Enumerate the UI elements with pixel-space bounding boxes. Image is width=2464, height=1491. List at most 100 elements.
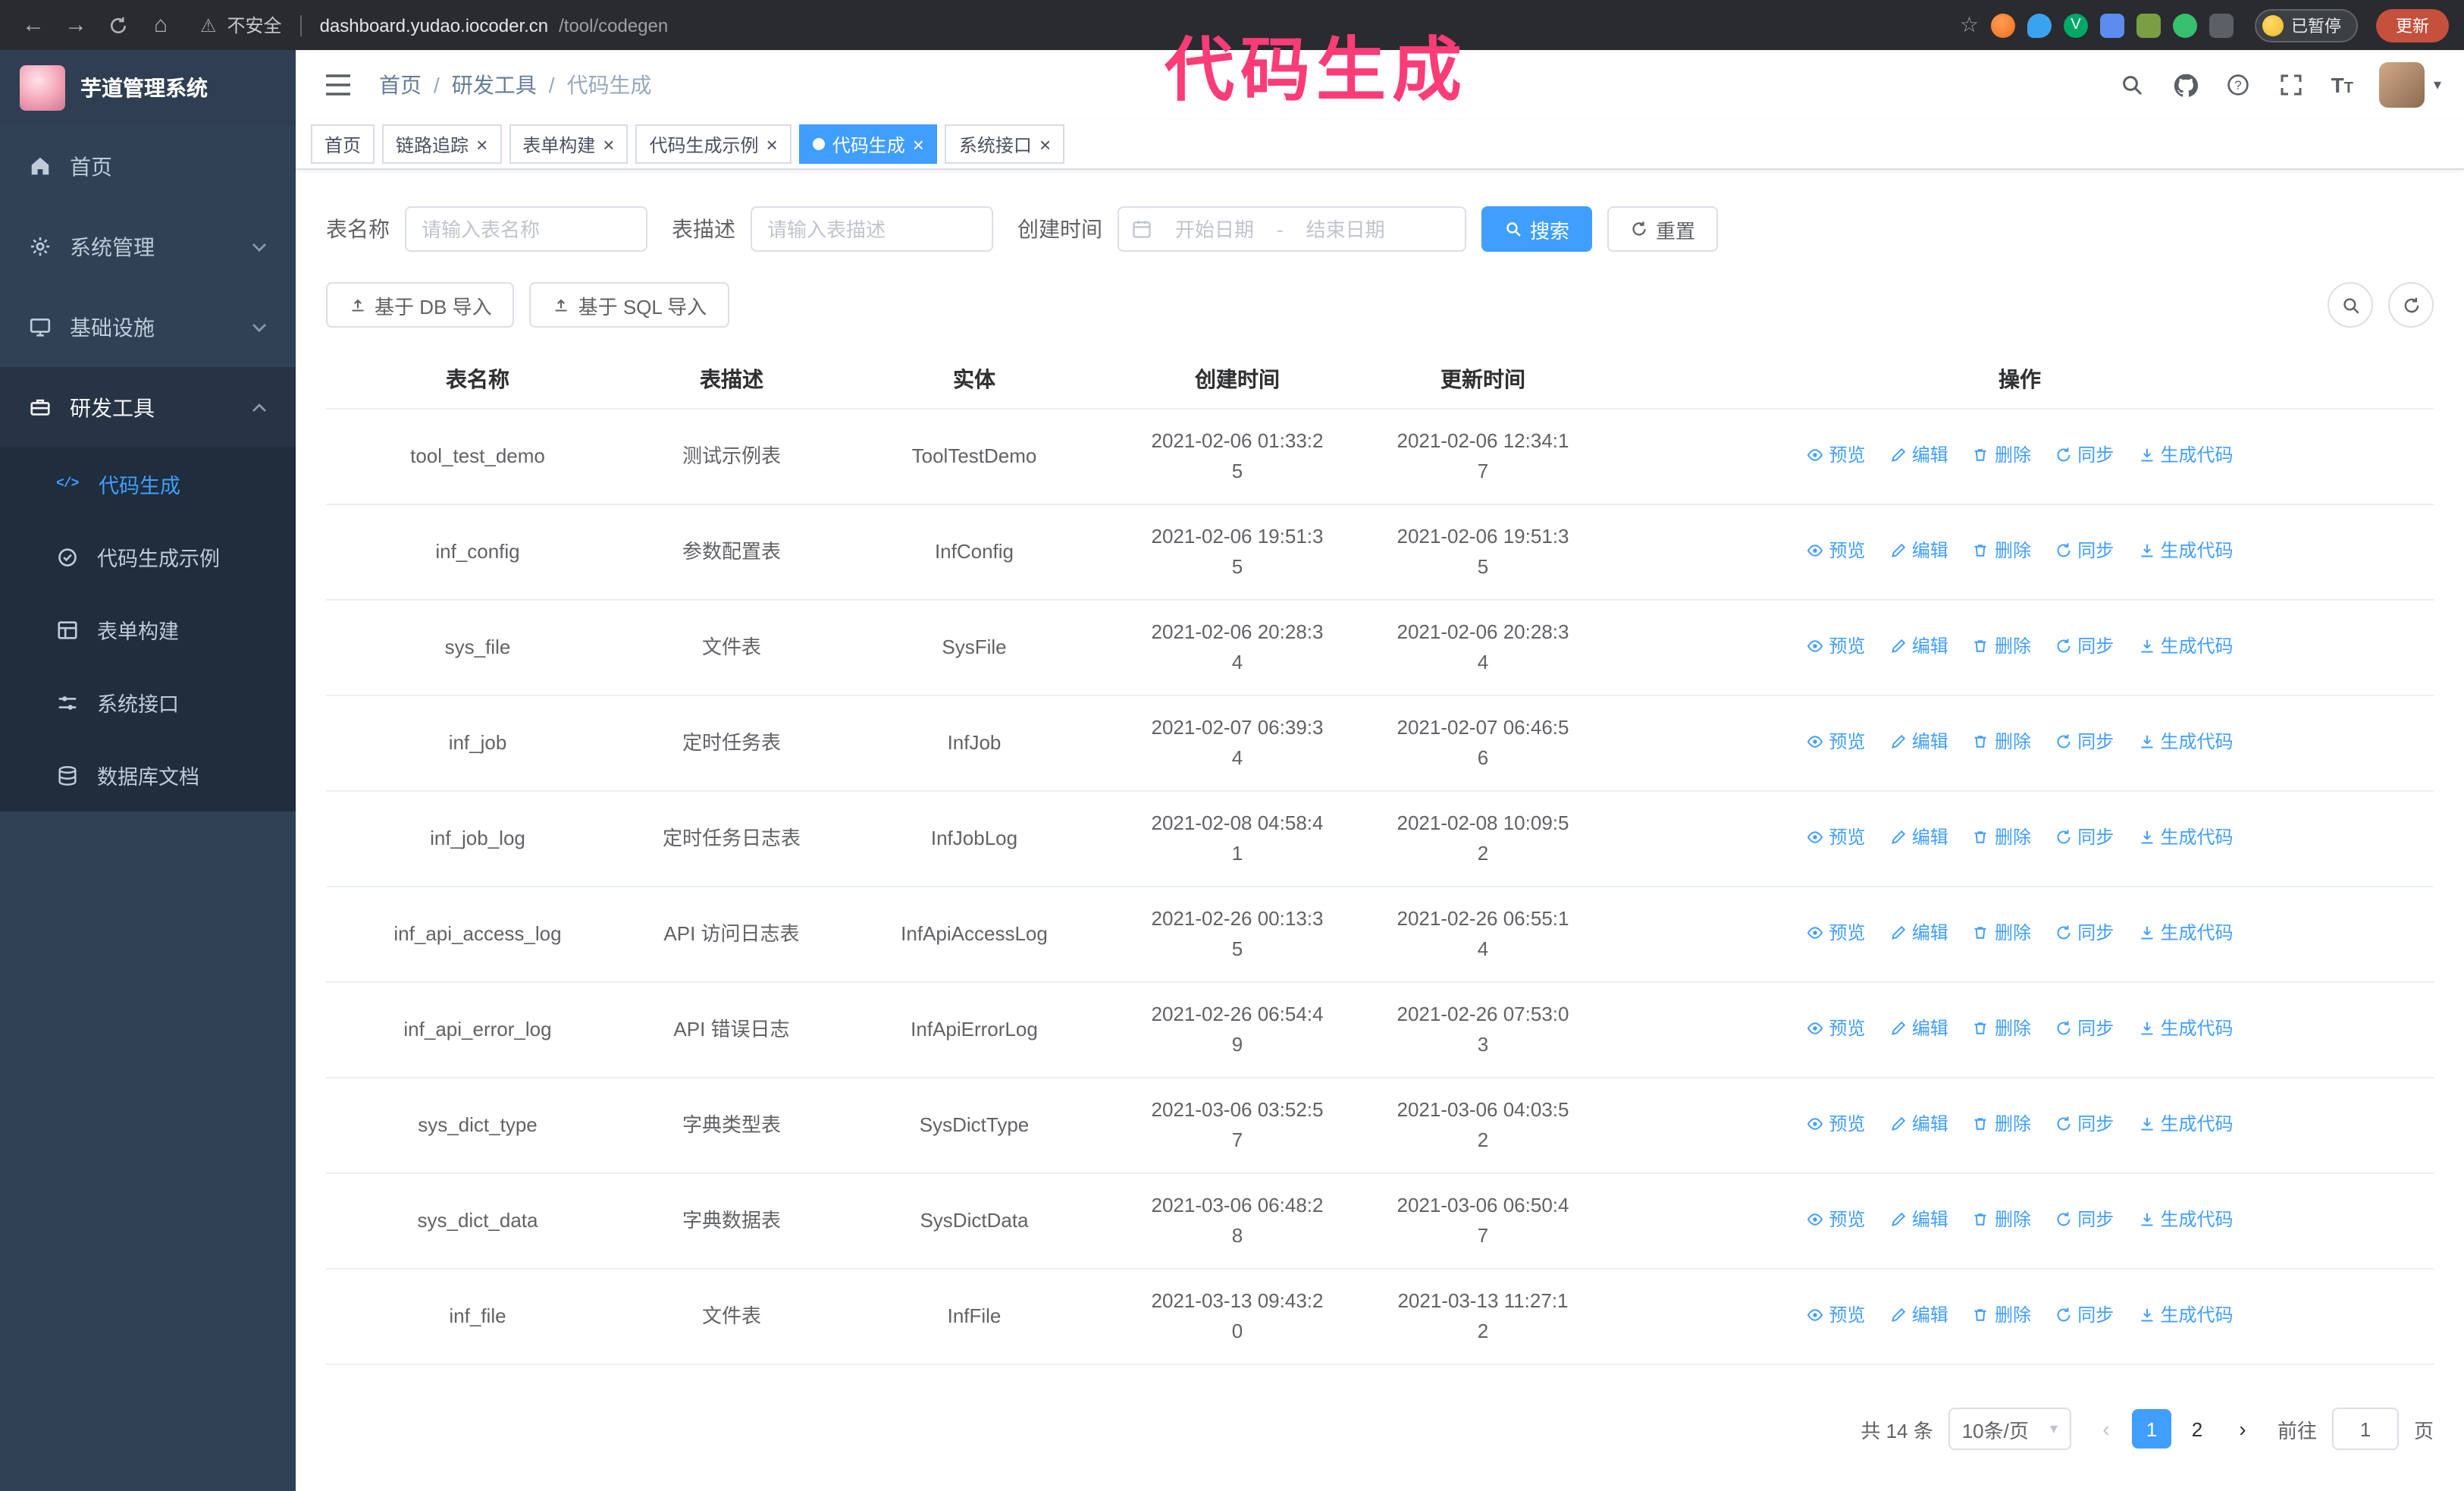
preview-link[interactable]: 预览 xyxy=(1806,918,1865,948)
refresh-table-button[interactable] xyxy=(2388,282,2434,328)
help-icon[interactable]: ? xyxy=(2225,71,2252,99)
generate-code-link[interactable]: 生成代码 xyxy=(2138,1204,2234,1235)
edit-link[interactable]: 编辑 xyxy=(1889,440,1948,470)
reset-button[interactable]: 重置 xyxy=(1607,206,1719,252)
tab-api[interactable]: 系统接口 × xyxy=(945,124,1065,164)
delete-link[interactable]: 删除 xyxy=(1972,727,2031,757)
sync-link[interactable]: 同步 xyxy=(2055,822,2114,852)
close-icon[interactable]: × xyxy=(913,134,924,154)
reload-icon[interactable] xyxy=(100,7,136,43)
generate-code-link[interactable]: 生成代码 xyxy=(2138,1013,2234,1044)
sidebar-item-infrastructure[interactable]: 基础设施 xyxy=(0,287,296,367)
delete-link[interactable]: 删除 xyxy=(1972,440,2031,470)
close-icon[interactable]: × xyxy=(766,134,778,154)
preview-link[interactable]: 预览 xyxy=(1806,1204,1865,1235)
generate-code-link[interactable]: 生成代码 xyxy=(2138,1300,2234,1330)
generate-code-link[interactable]: 生成代码 xyxy=(2138,440,2234,470)
sync-link[interactable]: 同步 xyxy=(2055,631,2114,661)
edit-link[interactable]: 编辑 xyxy=(1889,1013,1948,1044)
sidebar-item-dev-tools[interactable]: 研发工具 xyxy=(0,367,296,447)
generate-code-link[interactable]: 生成代码 xyxy=(2138,918,2234,948)
edit-link[interactable]: 编辑 xyxy=(1889,1109,1948,1139)
prev-page-button[interactable]: ‹ xyxy=(2086,1409,2126,1449)
extension-icon[interactable] xyxy=(2064,13,2088,37)
tab-codegen[interactable]: 代码生成 × xyxy=(798,124,938,164)
delete-link[interactable]: 删除 xyxy=(1972,1013,2031,1044)
page-button-2[interactable]: 2 xyxy=(2177,1409,2217,1449)
sidebar-logo[interactable]: 芋道管理系统 xyxy=(0,50,296,126)
preview-link[interactable]: 预览 xyxy=(1806,822,1865,852)
delete-link[interactable]: 删除 xyxy=(1972,1204,2031,1235)
search-icon[interactable] xyxy=(2119,71,2146,99)
forward-icon[interactable]: → xyxy=(58,7,94,43)
hamburger-icon[interactable] xyxy=(318,68,358,102)
toggle-search-button[interactable] xyxy=(2328,282,2373,328)
page-size-select[interactable]: 10条/页 ▾ xyxy=(1948,1408,2071,1450)
edit-link[interactable]: 编辑 xyxy=(1889,631,1948,661)
tab-form-builder[interactable]: 表单构建 × xyxy=(509,124,629,164)
generate-code-link[interactable]: 生成代码 xyxy=(2138,1109,2234,1139)
sync-link[interactable]: 同步 xyxy=(2055,1300,2114,1330)
search-button[interactable]: 搜索 xyxy=(1481,206,1593,252)
close-icon[interactable]: × xyxy=(476,134,487,154)
extension-icon[interactable] xyxy=(1991,13,2015,37)
delete-link[interactable]: 删除 xyxy=(1972,1300,2031,1330)
edit-link[interactable]: 编辑 xyxy=(1889,727,1948,757)
extension-icon[interactable] xyxy=(2027,13,2052,37)
generate-code-link[interactable]: 生成代码 xyxy=(2138,822,2234,852)
profile-paused-badge[interactable]: 已暂停 xyxy=(2255,8,2358,42)
sidebar-item-codegen-example[interactable]: 代码生成示例 xyxy=(0,520,296,593)
edit-link[interactable]: 编辑 xyxy=(1889,1204,1948,1235)
sync-link[interactable]: 同步 xyxy=(2055,440,2114,470)
delete-link[interactable]: 删除 xyxy=(1972,822,2031,852)
generate-code-link[interactable]: 生成代码 xyxy=(2138,631,2234,661)
sidebar-item-form-builder[interactable]: 表单构建 xyxy=(0,593,296,666)
sidebar-item-db-doc[interactable]: 数据库文档 xyxy=(0,739,296,811)
preview-link[interactable]: 预览 xyxy=(1806,1300,1865,1330)
edit-link[interactable]: 编辑 xyxy=(1889,918,1948,948)
close-icon[interactable]: × xyxy=(603,134,614,154)
goto-page-input[interactable] xyxy=(2331,1408,2399,1450)
browser-update-button[interactable]: 更新 xyxy=(2376,8,2449,42)
import-db-button[interactable]: 基于 DB 导入 xyxy=(326,282,515,328)
edit-link[interactable]: 编辑 xyxy=(1889,535,1948,566)
sync-link[interactable]: 同步 xyxy=(2055,727,2114,757)
breadcrumb-home[interactable]: 首页 xyxy=(379,70,422,100)
address-bar[interactable]: ⚠ 不安全 dashboard.yudao.iocoder.cn/tool/co… xyxy=(200,12,668,38)
delete-link[interactable]: 删除 xyxy=(1972,631,2031,661)
table-desc-input[interactable] xyxy=(751,206,993,252)
bookmark-star-icon[interactable]: ☆ xyxy=(1960,12,1979,38)
sync-link[interactable]: 同步 xyxy=(2055,1204,2114,1235)
sidebar-item-system[interactable]: 系统管理 xyxy=(0,206,296,287)
back-icon[interactable]: ← xyxy=(15,7,52,43)
tab-codegen-example[interactable]: 代码生成示例 × xyxy=(635,124,792,164)
delete-link[interactable]: 删除 xyxy=(1972,535,2031,566)
extension-icon[interactable] xyxy=(2209,13,2234,37)
extension-icon[interactable] xyxy=(2136,13,2161,37)
github-icon[interactable] xyxy=(2172,71,2199,99)
user-menu[interactable]: ▾ xyxy=(2378,62,2441,108)
extension-icon[interactable] xyxy=(2173,13,2197,37)
start-date-input[interactable] xyxy=(1158,218,1271,240)
table-name-input[interactable] xyxy=(405,206,647,252)
sync-link[interactable]: 同步 xyxy=(2055,1013,2114,1044)
fullscreen-icon[interactable] xyxy=(2278,71,2306,99)
next-page-button[interactable]: › xyxy=(2223,1409,2262,1449)
generate-code-link[interactable]: 生成代码 xyxy=(2138,727,2234,757)
home-icon[interactable]: ⌂ xyxy=(143,7,179,43)
preview-link[interactable]: 预览 xyxy=(1806,727,1865,757)
sync-link[interactable]: 同步 xyxy=(2055,918,2114,948)
edit-link[interactable]: 编辑 xyxy=(1889,1300,1948,1330)
sidebar-item-home[interactable]: 首页 xyxy=(0,126,296,206)
delete-link[interactable]: 删除 xyxy=(1972,1109,2031,1139)
import-sql-button[interactable]: 基于 SQL 导入 xyxy=(529,282,730,328)
extension-icon[interactable] xyxy=(2100,13,2124,37)
sync-link[interactable]: 同步 xyxy=(2055,1109,2114,1139)
sync-link[interactable]: 同步 xyxy=(2055,535,2114,566)
date-range-picker[interactable]: - xyxy=(1118,206,1466,252)
generate-code-link[interactable]: 生成代码 xyxy=(2138,535,2234,566)
preview-link[interactable]: 预览 xyxy=(1806,631,1865,661)
delete-link[interactable]: 删除 xyxy=(1972,918,2031,948)
sidebar-item-api[interactable]: 系统接口 xyxy=(0,666,296,739)
preview-link[interactable]: 预览 xyxy=(1806,1013,1865,1044)
